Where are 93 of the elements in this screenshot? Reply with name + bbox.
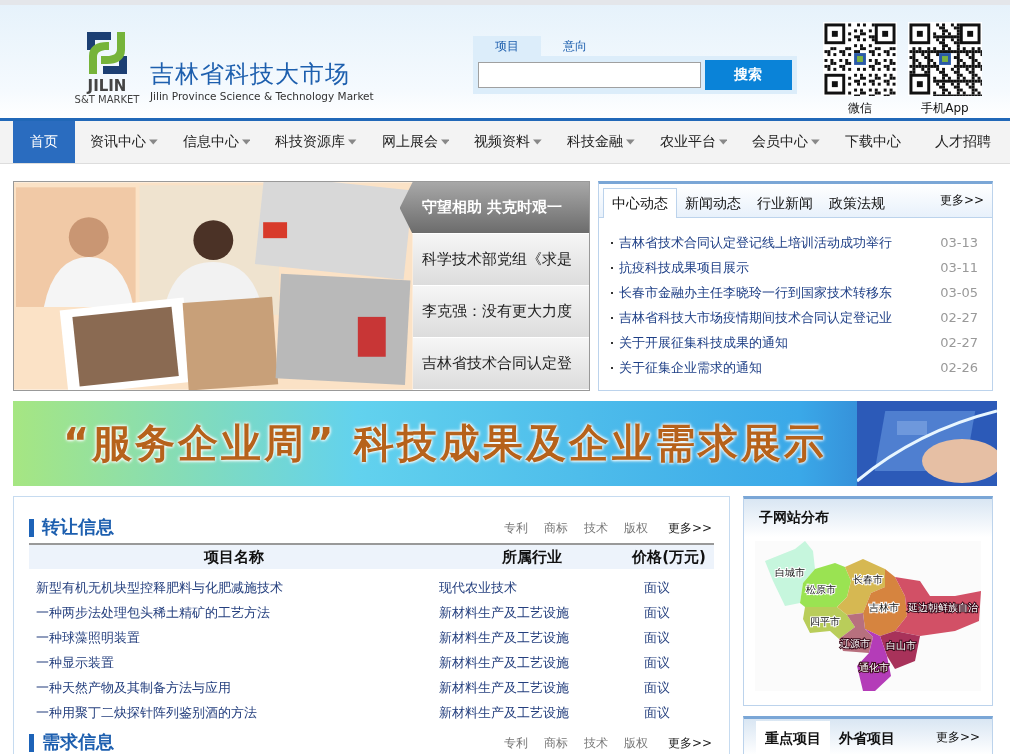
qr-caption: 微信: [848, 100, 872, 117]
news-tab[interactable]: 中心动态: [603, 188, 677, 218]
news-date: 02-26: [940, 360, 978, 375]
news-tab[interactable]: 新闻动态: [677, 189, 749, 217]
project-link[interactable]: 新型有机无机块型控释肥料与化肥减施技术: [29, 578, 439, 597]
section-title: 转让信息: [42, 515, 114, 539]
table-cell-text: 面议: [643, 578, 671, 597]
search-field[interactable]: [478, 62, 701, 88]
table-cell-text: 面议: [643, 653, 671, 672]
region-label: 四平市: [810, 616, 840, 627]
qr-code-icon: [823, 22, 897, 96]
nav-item[interactable]: 首页: [13, 121, 75, 163]
slider-caption[interactable]: 科学技术部党组《求是: [412, 234, 589, 286]
table-cell-text: 面议: [643, 628, 671, 647]
news-tab[interactable]: 行业新闻: [749, 189, 821, 217]
table-cell-text: 新材料生产及工艺设施: [439, 653, 570, 672]
table-cell-text: 新材料生产及工艺设施: [439, 703, 570, 722]
filter-link[interactable]: 版权: [623, 520, 648, 537]
news-date: 03-11: [940, 260, 978, 275]
news-link[interactable]: 关于开展征集科技成果的通知: [619, 333, 941, 352]
more-link[interactable]: 更多>>: [935, 728, 980, 746]
region-label: 白城市: [775, 567, 805, 578]
news-link[interactable]: 吉林省科技大市场疫情期间技术合同认定登记业: [619, 308, 941, 327]
logo-text: S&T MARKET: [74, 94, 140, 106]
section-marker: [29, 519, 34, 537]
table-cell-text: 新材料生产及工艺设施: [439, 628, 570, 647]
section-marker: [29, 734, 34, 752]
project-link[interactable]: 一种天然产物及其制备方法与应用: [29, 678, 439, 697]
region-label: 延边朝鲜族自治: [908, 602, 978, 613]
news-date: 02-27: [940, 310, 978, 325]
nav-item[interactable]: 资讯中心: [75, 121, 168, 163]
news-date: 02-27: [940, 335, 978, 350]
site-subtitle: Jilin Province Science & Technology Market: [150, 90, 374, 102]
column-header: 价格(万元): [632, 547, 706, 567]
table-cell-text: 面议: [643, 603, 671, 622]
news-link[interactable]: 关于征集企业需求的通知: [619, 358, 941, 377]
banner-title: “服务企业周” 科技成果及企业需求展示: [63, 419, 827, 468]
news-date: 03-05: [940, 285, 978, 300]
nav-item[interactable]: 视频资料: [459, 121, 552, 163]
region-label: 通化市: [859, 662, 889, 673]
project-link[interactable]: 一种两步法处理包头稀土精矿的工艺方法: [29, 603, 439, 622]
column-header: 所属行业: [501, 547, 562, 567]
region-label: 白山市: [886, 640, 916, 651]
filter-link[interactable]: 技术: [583, 520, 608, 537]
filter-link[interactable]: 商标: [543, 735, 568, 752]
nav-item[interactable]: 人才招聘: [920, 121, 1010, 163]
project-link[interactable]: 一种用聚丁二炔探针阵列鉴别酒的方法: [29, 703, 439, 722]
news-link[interactable]: 吉林省技术合同认定登记线上培训活动成功举行: [619, 233, 941, 252]
news-tab[interactable]: 政策法规: [821, 189, 893, 217]
nav-item[interactable]: 下载中心: [830, 121, 920, 163]
nav-item[interactable]: 科技资源库: [260, 121, 367, 163]
table-cell-text: 新材料生产及工艺设施: [439, 603, 570, 622]
search-tab[interactable]: 项目: [473, 36, 541, 56]
news-link[interactable]: 抗疫科技成果项目展示: [619, 258, 941, 277]
filter-link[interactable]: 专利: [503, 520, 528, 537]
slider-caption[interactable]: 李克强：没有更大力度: [412, 286, 589, 338]
nav-item[interactable]: 信息中心: [167, 121, 261, 163]
region-label: 长春市: [853, 574, 883, 585]
qr-code-icon: [908, 22, 982, 96]
slider-caption[interactable]: 吉林省技术合同认定登: [412, 338, 589, 390]
news-date: 03-13: [940, 235, 978, 250]
nav-item[interactable]: 科技金融: [552, 121, 645, 163]
nav-item[interactable]: 农业平台: [644, 121, 738, 163]
region-label: 松原市: [806, 584, 836, 595]
nav-item[interactable]: 网上展会: [366, 121, 460, 163]
more-link[interactable]: 更多>>: [939, 192, 984, 209]
section-title: 需求信息: [42, 730, 114, 754]
search-button[interactable]: 搜索: [704, 60, 792, 90]
nav-item[interactable]: 会员中心: [737, 121, 830, 163]
qr-caption: 手机App: [921, 100, 969, 117]
site-title: 吉林省科技大市场: [150, 60, 351, 88]
project-link[interactable]: 一种球藻照明装置: [29, 628, 439, 647]
panel-title: 子网站分布: [759, 509, 829, 527]
table-cell-text: 新材料生产及工艺设施: [439, 678, 570, 697]
search-tab[interactable]: 意向: [541, 36, 609, 56]
project-tab[interactable]: 外省项目: [830, 721, 904, 754]
map-region[interactable]: [839, 613, 873, 653]
filter-link[interactable]: 版权: [623, 735, 648, 752]
filter-link[interactable]: 技术: [583, 735, 608, 752]
region-label: 吉林市: [869, 602, 899, 613]
filter-link[interactable]: 商标: [543, 520, 568, 537]
region-label: 辽源市: [840, 638, 870, 649]
news-link[interactable]: 长春市金融办主任李晓玲一行到国家技术转移东: [619, 283, 941, 302]
project-link[interactable]: 一种显示装置: [29, 653, 439, 672]
logo-text: JILIN: [87, 78, 127, 94]
column-header: 项目名称: [204, 547, 264, 567]
table-cell-text: 现代农业技术: [439, 578, 518, 597]
more-link[interactable]: 更多>>: [667, 520, 712, 537]
more-link[interactable]: 更多>>: [667, 735, 712, 752]
project-tab[interactable]: 重点项目: [756, 721, 830, 754]
table-cell-text: 面议: [643, 678, 671, 697]
table-cell-text: 面议: [643, 703, 671, 722]
filter-link[interactable]: 专利: [503, 735, 528, 752]
